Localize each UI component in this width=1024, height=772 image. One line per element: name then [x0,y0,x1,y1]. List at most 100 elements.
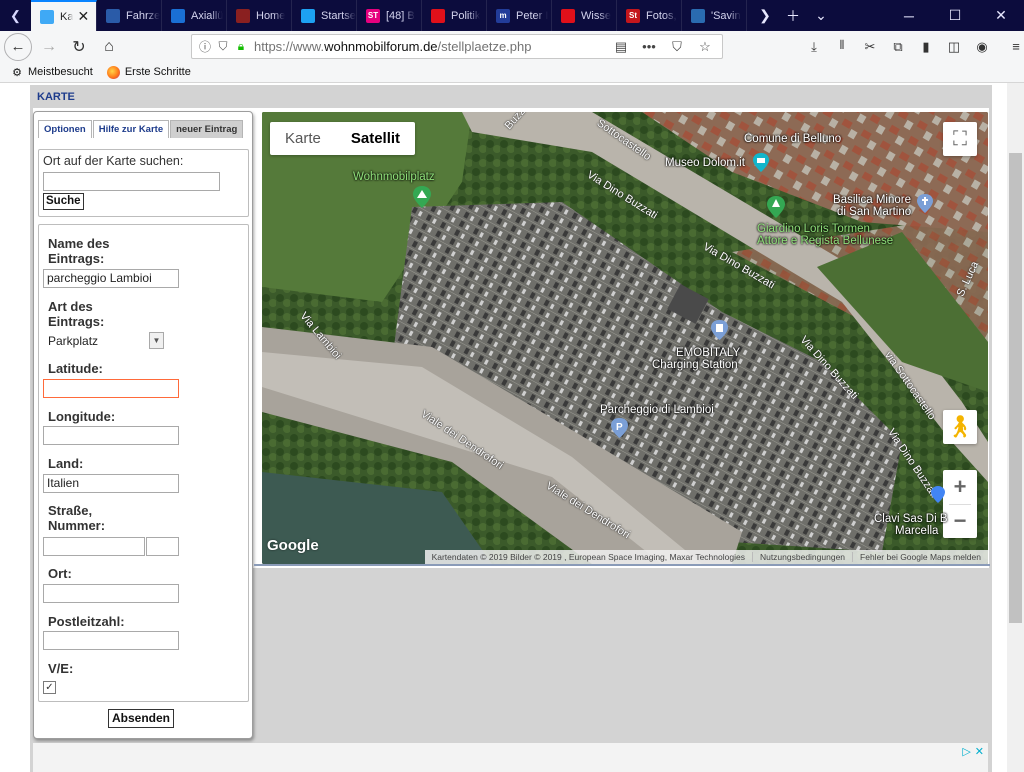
tab-optionen[interactable]: Optionen [38,120,92,138]
fullscreen-button[interactable]: ⛶ [943,122,977,156]
forward-button[interactable]: → [34,33,64,61]
tab-hilfe-zur-karte[interactable]: Hilfe zur Karte [92,120,170,138]
pocket-icon[interactable]: ⛉ [664,39,690,55]
chevron-down-icon[interactable]: ▼ [149,332,164,349]
reload-button[interactable]: ↻ [64,33,94,61]
browser-tab[interactable]: 'Savin [682,0,747,31]
street-view-pegman-icon[interactable]: 🚶︎ [943,410,977,444]
menu-icon[interactable]: ≡ [1004,39,1024,54]
browser-tab[interactable]: St Fotos, [617,0,682,31]
url-text[interactable]: https://www.wohnmobilforum.de/stellplaet… [254,39,531,54]
tab-label: Politik [451,9,481,22]
map-terms-link[interactable]: Nutzungsbedingungen [751,552,852,562]
bookmark-star-icon[interactable]: ☆ [692,39,718,55]
url-bar[interactable]: ⓘ ⛉ 🔒︎ https://www.wohnmobilforum.de/ste… [191,34,723,59]
home-button[interactable]: ⌂ [94,33,124,61]
zoom-in-button[interactable]: + [943,470,977,504]
browser-tab[interactable]: Axiallü [162,0,227,31]
ad-banner[interactable]: ▷ ✕ [33,743,988,772]
bookmark-label: Erste Schritte [124,66,191,78]
map-report-link[interactable]: Fehler bei Google Maps melden [852,552,988,562]
tab-label: Axiallü [191,9,224,22]
library-icon[interactable]: 𝍪 [830,36,854,58]
map-type-satellit-button[interactable]: Satellit [336,122,415,155]
tab-neuer-eintrag[interactable]: neuer Eintrag [170,120,244,138]
parking-pin-icon[interactable]: P [611,418,628,438]
park-pin-icon[interactable] [767,196,785,218]
screenshot-icon[interactable]: ✂ [858,39,882,55]
tab-label: Startse [321,9,356,22]
adchoices-icon[interactable]: ▷ [962,745,970,758]
browser-tab[interactable]: Politik [422,0,487,31]
church-pin-icon[interactable] [917,194,933,213]
info-icon[interactable]: ⓘ [196,37,214,57]
browser-tab[interactable]: Wisse [552,0,617,31]
search-input[interactable] [43,172,220,191]
map-label-comune: Comune di Belluno [744,133,842,145]
map-label-basilica-1: Basilica Minore [833,194,911,206]
shop-pin-icon[interactable] [931,486,945,503]
lock-icon[interactable]: 🔒︎ [232,37,250,57]
map-type-karte-button[interactable]: Karte [270,122,336,155]
land-input[interactable]: Italien [43,474,179,493]
museum-pin-icon[interactable] [753,153,769,172]
reader-view-icon[interactable]: ▤ [608,39,634,55]
tracking-shield-icon[interactable]: ⛉ [214,37,232,57]
tab-list-dropdown-icon[interactable]: ⌄ [807,0,835,31]
map-search-box: Ort auf der Karte suchen: Suche [38,149,249,217]
browser-tab[interactable]: ST [48] B [357,0,422,31]
page-scrollbar[interactable] [1007,83,1024,772]
svg-text:P: P [616,422,623,433]
minimize-button[interactable]: ─ [886,0,932,31]
opera-icon [431,8,445,23]
map-divider [254,564,990,566]
search-button[interactable]: Suche [43,193,84,210]
st-icon: St [626,8,640,23]
sidebar-icon[interactable]: ◫ [942,39,966,55]
page-scrollbar-thumb[interactable] [1009,153,1022,623]
new-tab-button[interactable]: ＋ [779,0,807,31]
tab-list: Ka ✕ Fahrze Axiallü Home Startse ST [48] B Polit… [31,0,747,31]
postleitzahl-input[interactable] [43,631,179,650]
browser-tab[interactable]: m Peter I [487,0,552,31]
zoom-out-button[interactable]: − [943,504,977,538]
latitude-input[interactable] [43,379,179,398]
st-icon: ST [366,8,380,23]
downloads-icon[interactable]: ⤓ [802,39,826,55]
map-label-emobitaly-1: EMOBITALY [676,347,741,359]
campground-pin-icon[interactable] [413,186,431,208]
back-button[interactable]: ← [4,32,32,61]
tab-strip: ❮ Ka ✕ Fahrze Axiallü Home Startse ST [48] B Pol… [0,0,1024,31]
tab-scroll-left-button[interactable]: ❮ [0,0,31,31]
charging-station-pin-icon[interactable] [711,320,728,340]
map-label-giardino-2: Attore e Regista Bellunese [757,235,894,247]
longitude-input[interactable] [43,426,179,445]
close-tab-icon[interactable]: ✕ [77,8,89,25]
map-label-basilica-2: di San Martino [837,206,912,218]
bookmark-erste-schritte[interactable]: Erste Schritte [107,65,191,79]
bookmark-meistbesucht[interactable]: ⚙ Meistbesucht [10,65,93,79]
postleitzahl-label: Postleitzahl: [48,614,125,629]
page-actions-icon[interactable]: ••• [636,39,662,54]
clipboard-icon[interactable]: ▮ [914,39,938,55]
strasse-input[interactable] [43,537,145,556]
satellite-map[interactable]: Karte Satellit ⛶ 🚶︎ + − Comune di Bellun… [262,112,988,564]
account-icon[interactable]: ◉ [970,39,994,55]
art-select-value: Parkplatz [48,334,99,348]
submit-button[interactable]: Absenden [108,709,175,728]
browser-tab[interactable]: Home [227,0,292,31]
ort-input[interactable] [43,584,179,603]
maximize-button[interactable]: ☐ [932,0,978,31]
close-window-button[interactable]: ✕ [978,0,1024,31]
ad-close-icon[interactable]: ✕ [975,745,984,758]
browser-tab[interactable]: Fahrze [97,0,162,31]
art-select[interactable]: Parkplatz ▼ [43,332,164,350]
hausnummer-input[interactable] [146,537,179,556]
tab-scroll-right-button[interactable]: ❯ [751,0,779,31]
name-input[interactable]: parcheggio Lambioi [43,269,179,288]
browser-tab[interactable]: Startse [292,0,357,31]
opera-icon [561,8,575,23]
ve-checkbox[interactable]: ✓ [43,681,56,694]
copy-icon[interactable]: ⧉ [886,39,910,55]
browser-tab[interactable]: Ka ✕ [31,0,97,31]
